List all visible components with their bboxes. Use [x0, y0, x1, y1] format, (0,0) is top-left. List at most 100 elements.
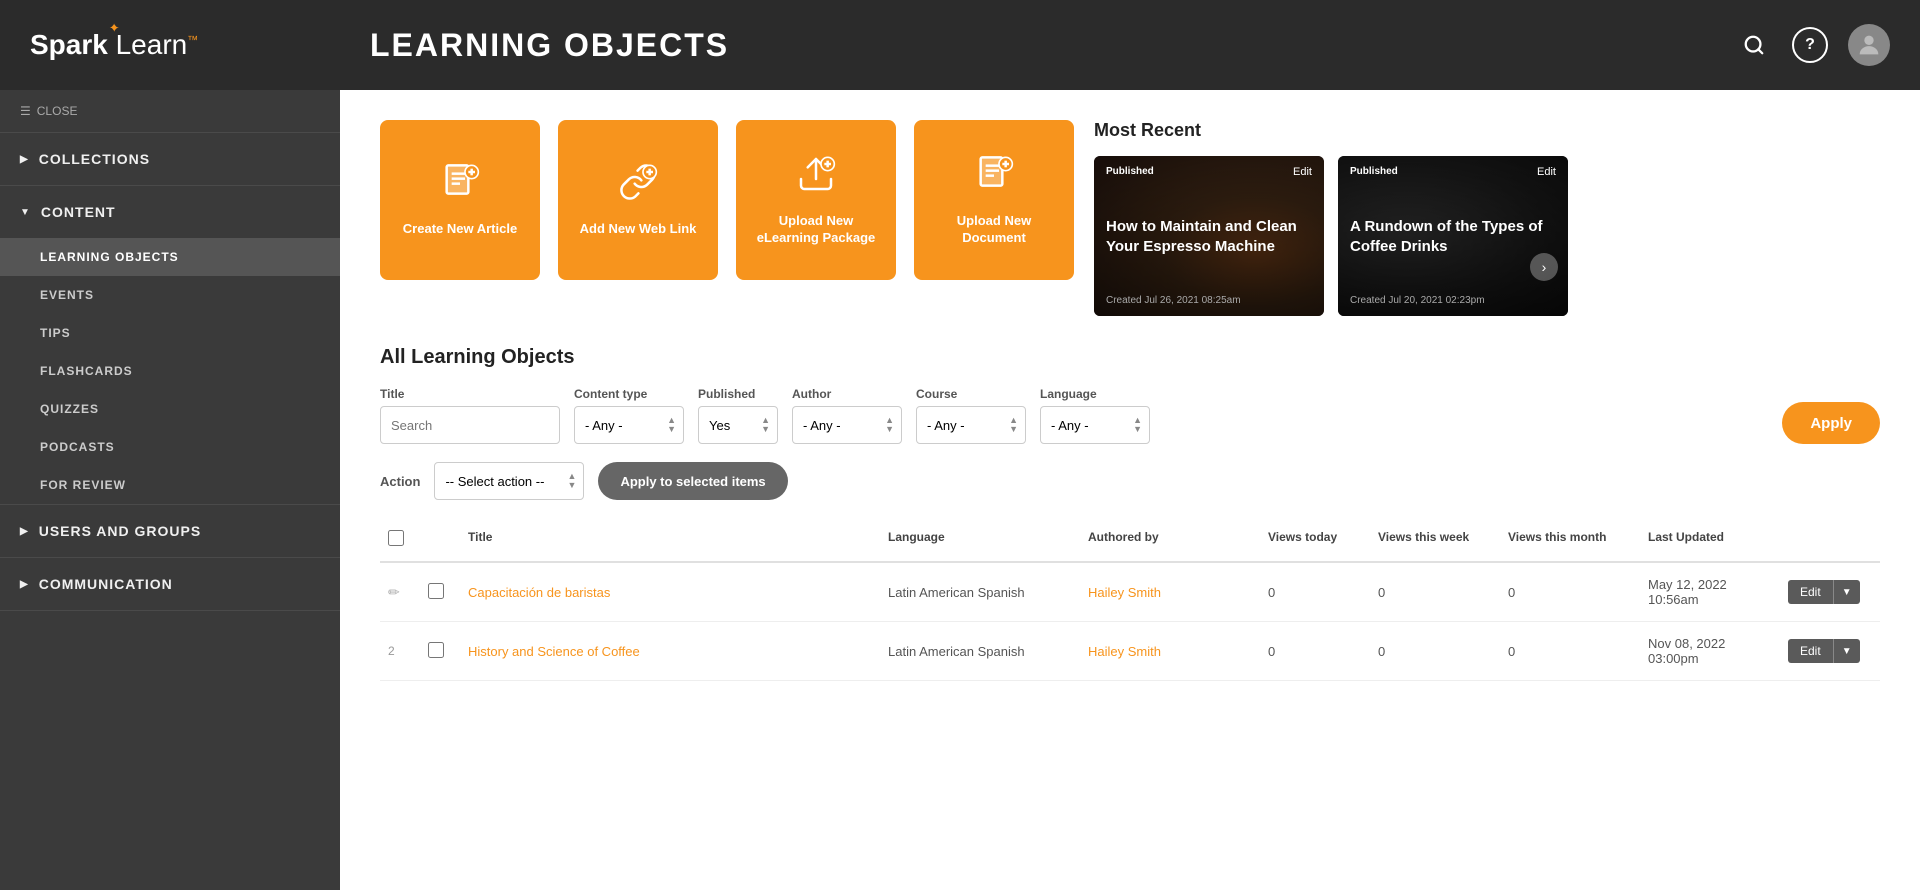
search-icon[interactable] — [1736, 27, 1772, 63]
create-article-icon — [440, 162, 480, 211]
row2-checkbox-cell — [420, 638, 460, 665]
all-objects-title: All Learning Objects — [380, 346, 1880, 369]
content-header[interactable]: ▼ CONTENT — [0, 186, 340, 238]
card2-top: Published Edit — [1350, 166, 1556, 178]
th-language: Language — [880, 526, 1080, 553]
row1-checkbox[interactable] — [428, 583, 444, 599]
course-select[interactable]: - Any - — [916, 406, 1026, 444]
row1-last-updated: May 12, 2022 10:56am — [1640, 573, 1780, 611]
filter-author-label: Author — [792, 387, 902, 401]
row2-authored-by[interactable]: Hailey Smith — [1080, 640, 1260, 663]
logo-area: Spark✦ Learn™ — [30, 29, 370, 61]
communication-header[interactable]: ▶ COMMUNICATION — [0, 558, 340, 610]
apply-selected-button[interactable]: Apply to selected items — [598, 462, 787, 500]
help-icon[interactable]: ? — [1792, 27, 1828, 63]
row1-authored-by[interactable]: Hailey Smith — [1080, 581, 1260, 604]
card1-edit[interactable]: Edit — [1293, 166, 1312, 178]
filter-published-label: Published — [698, 387, 778, 401]
sidebar-item-tips[interactable]: TIPS — [0, 314, 340, 352]
close-label: CLOSE — [37, 104, 78, 118]
most-recent-section: Most Recent Published Edit How to Mainta… — [1094, 120, 1880, 316]
title-search-input[interactable] — [380, 406, 560, 444]
row1-views-week: 0 — [1370, 581, 1500, 604]
add-weblink-card[interactable]: Add New Web Link — [558, 120, 718, 280]
sidebar-item-podcasts[interactable]: PODCASTS — [0, 428, 340, 466]
users-groups-header[interactable]: ▶ USERS AND GROUPS — [0, 505, 340, 557]
app-header: Spark✦ Learn™ LEARNING OBJECTS ? — [0, 0, 1920, 90]
content-type-select-wrap: - Any - ▲▼ — [574, 406, 684, 444]
sidebar-close-button[interactable]: ☰ CLOSE — [0, 90, 340, 133]
upload-elearning-card[interactable]: Upload New eLearning Package — [736, 120, 896, 280]
card2-title: A Rundown of the Types of Coffee Drinks — [1350, 217, 1556, 256]
row2-title[interactable]: History and Science of Coffee — [460, 640, 880, 663]
recent-cards: Published Edit How to Maintain and Clean… — [1094, 156, 1880, 316]
language-select[interactable]: - Any - — [1040, 406, 1150, 444]
row2-edit-dropdown[interactable]: ▼ — [1833, 639, 1860, 663]
row2-edit-wrap: Edit ▼ — [1788, 639, 1872, 663]
row1-num-cell — [420, 579, 460, 606]
row2-language: Latin American Spanish — [880, 640, 1080, 663]
filter-course-label: Course — [916, 387, 1026, 401]
content-type-select[interactable]: - Any - — [574, 406, 684, 444]
published-select[interactable]: Yes No - Any - — [698, 406, 778, 444]
recent-card-2[interactable]: Published Edit A Rundown of the Types of… — [1338, 156, 1568, 316]
logo-learn-text: Learn™ — [116, 29, 199, 60]
card1-title: How to Maintain and Clean Your Espresso … — [1106, 217, 1312, 256]
card2-overlay: Published Edit A Rundown of the Types of… — [1338, 156, 1568, 316]
sidebar-item-learning-objects[interactable]: LEARNING OBJECTS — [0, 238, 340, 276]
most-recent-title: Most Recent — [1094, 120, 1880, 141]
upload-document-label: Upload New Document — [929, 213, 1059, 247]
sidebar-item-flashcards[interactable]: FLASHCARDS — [0, 352, 340, 390]
row1-language: Latin American Spanish — [880, 581, 1080, 604]
collections-header[interactable]: ▶ COLLECTIONS — [0, 133, 340, 185]
table-row: ✏ Capacitación de baristas Latin America… — [380, 563, 1880, 622]
sidebar-item-events[interactable]: EVENTS — [0, 276, 340, 314]
th-num — [420, 526, 460, 553]
filter-author-group: Author - Any - ▲▼ — [792, 387, 902, 444]
action-select[interactable]: -- Select action -- — [434, 462, 584, 500]
upload-document-card[interactable]: Upload New Document — [914, 120, 1074, 280]
page-title: LEARNING OBJECTS — [370, 27, 1736, 64]
communication-label: COMMUNICATION — [39, 576, 173, 592]
top-row: Create New Article — [380, 120, 1880, 316]
filter-published-group: Published Yes No - Any - ▲▼ — [698, 387, 778, 444]
th-authored-by: Authored by — [1080, 526, 1260, 553]
communication-arrow: ▶ — [20, 579, 29, 590]
filter-language-label: Language — [1040, 387, 1150, 401]
course-select-wrap: - Any - ▲▼ — [916, 406, 1026, 444]
row2-edit-cell: Edit ▼ — [1780, 635, 1880, 667]
row1-edit-button[interactable]: Edit — [1788, 580, 1833, 604]
content-label: CONTENT — [41, 204, 116, 220]
row2-checkbox[interactable] — [428, 642, 444, 658]
create-article-card[interactable]: Create New Article — [380, 120, 540, 280]
th-views-today: Views today — [1260, 526, 1370, 553]
language-select-wrap: - Any - ▲▼ — [1040, 406, 1150, 444]
row1-edit-dropdown[interactable]: ▼ — [1833, 580, 1860, 604]
upload-elearning-label: Upload New eLearning Package — [751, 213, 881, 247]
sidebar-item-for-review[interactable]: FOR REVIEW — [0, 466, 340, 504]
select-all-checkbox[interactable] — [388, 530, 404, 546]
th-title: Title — [460, 526, 880, 553]
action-label: Action — [380, 474, 420, 489]
row1-title[interactable]: Capacitación de baristas — [460, 581, 880, 604]
logo-spark-text: Spark — [30, 29, 108, 60]
avatar[interactable] — [1848, 24, 1890, 66]
card2-arrow-icon[interactable]: › — [1530, 253, 1558, 281]
filter-title-group: Title — [380, 387, 560, 444]
card1-bottom: Created Jul 26, 2021 08:25am — [1106, 295, 1312, 306]
sidebar-item-quizzes[interactable]: QUIZZES — [0, 390, 340, 428]
recent-card-1[interactable]: Published Edit How to Maintain and Clean… — [1094, 156, 1324, 316]
create-article-label: Create New Article — [403, 221, 517, 238]
header-icons: ? — [1736, 24, 1890, 66]
apply-button[interactable]: Apply — [1782, 402, 1880, 444]
action-select-wrap: -- Select action -- ▲▼ — [434, 462, 584, 500]
card1-title-wrap: How to Maintain and Clean Your Espresso … — [1106, 217, 1312, 256]
filter-course-group: Course - Any - ▲▼ — [916, 387, 1026, 444]
author-select[interactable]: - Any - — [792, 406, 902, 444]
card2-edit[interactable]: Edit — [1537, 166, 1556, 178]
row2-views-month: 0 — [1500, 640, 1640, 663]
filters-row: Title Content type - Any - ▲▼ Published — [380, 387, 1880, 444]
row1-checkbox-cell: ✏ — [380, 580, 420, 605]
row2-edit-button[interactable]: Edit — [1788, 639, 1833, 663]
row2-views-today: 0 — [1260, 640, 1370, 663]
